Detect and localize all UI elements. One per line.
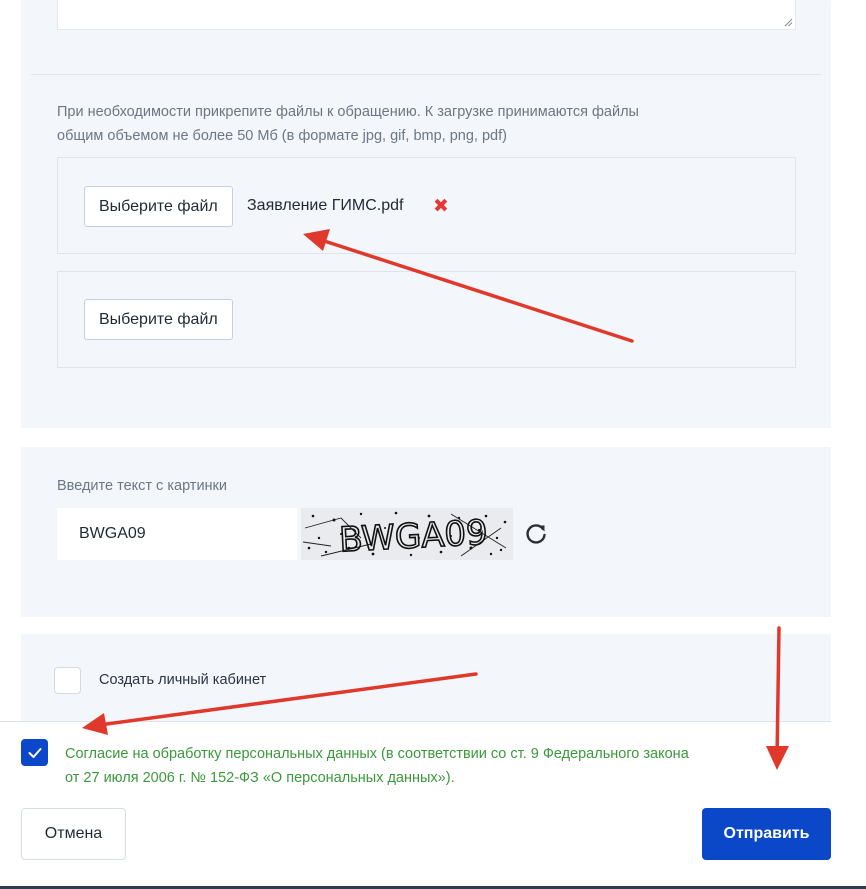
- create-account-label: Создать личный кабинет: [99, 672, 267, 688]
- checkmark-icon: [28, 747, 41, 758]
- captcha-label: Введите текст с картинки: [57, 478, 227, 494]
- resize-grip-icon[interactable]: [784, 18, 793, 27]
- captcha-image-text: BWGA09: [338, 513, 488, 560]
- consent-checkbox[interactable]: [21, 739, 48, 766]
- consent-line1: Согласие на обработку персональных данны…: [65, 746, 689, 762]
- message-textarea[interactable]: [57, 0, 796, 30]
- consent-text: Согласие на обработку персональных данны…: [65, 742, 785, 790]
- attachments-hint: При необходимости прикрепите файлы к обр…: [57, 100, 757, 148]
- cancel-button[interactable]: Отмена: [21, 808, 126, 860]
- create-account-checkbox[interactable]: [54, 667, 81, 694]
- consent-line2: от 27 июля 2006 г. № 152-ФЗ «О персональ…: [65, 770, 455, 786]
- attached-file-name: Заявление ГИМС.pdf: [247, 197, 404, 214]
- captcha-refresh-icon[interactable]: [523, 521, 549, 547]
- captcha-image: BWGA09: [301, 508, 513, 561]
- captcha-input[interactable]: [57, 508, 297, 560]
- file-slot-1: Выберите файл Заявление ГИМС.pdf ✖: [57, 157, 796, 254]
- choose-file-button[interactable]: Выберите файл: [84, 186, 233, 227]
- remove-file-close-icon[interactable]: ✖: [433, 197, 449, 216]
- submit-button[interactable]: Отправить: [702, 808, 831, 860]
- choose-file-button[interactable]: Выберите файл: [84, 299, 233, 340]
- account-divider: [0, 721, 831, 722]
- attachments-hint-line1: При необходимости прикрепите файлы к обр…: [57, 104, 639, 120]
- attachments-hint-line2: общим объемом не более 50 Мб (в формате …: [57, 128, 507, 144]
- section-divider: [31, 74, 821, 75]
- file-slot-2: Выберите файл: [57, 271, 796, 368]
